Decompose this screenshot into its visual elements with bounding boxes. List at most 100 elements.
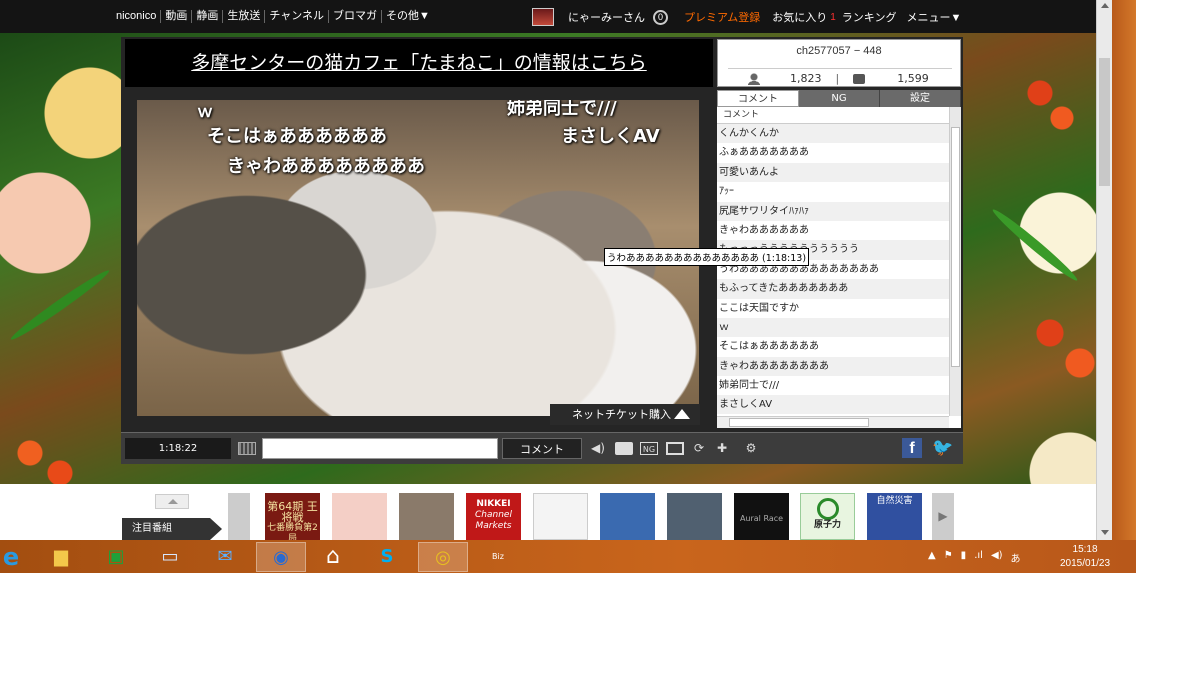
premium-link[interactable]: プレミアム登録: [684, 9, 760, 25]
desktop-screen: niconico 動画 静画 生放送 チャンネル ブロマガ その他▼ にゃーみー…: [0, 0, 1136, 573]
store-icon[interactable]: ▣: [101, 542, 131, 572]
twitter-share-icon[interactable]: 🐦: [932, 438, 954, 458]
thunderbird-icon[interactable]: ◉: [256, 542, 306, 572]
list-item[interactable]: もふってきたあああああああ: [717, 279, 949, 299]
volume-icon[interactable]: ◀): [591, 442, 605, 455]
collapse-button[interactable]: [155, 494, 189, 509]
avatar[interactable]: [532, 8, 554, 26]
username[interactable]: にゃーみーさん: [568, 9, 645, 25]
signal-icon[interactable]: .ıl: [974, 550, 983, 565]
program-thumbnail[interactable]: Aural Race: [734, 493, 789, 540]
list-item[interactable]: 可愛いあんよ: [717, 162, 949, 183]
comment-list-header[interactable]: コメント: [717, 107, 949, 124]
reload-icon[interactable]: ⟳: [691, 442, 707, 455]
thumbnail-prev-button[interactable]: [228, 493, 250, 540]
ime-indicator[interactable]: あ: [1011, 550, 1021, 565]
settings-gear-icon[interactable]: ⚙: [741, 442, 761, 455]
comment-count: 1,599: [897, 72, 929, 85]
program-thumbnail[interactable]: [399, 493, 454, 540]
program-thumbnail[interactable]: 自然災害: [867, 493, 922, 540]
ticket-purchase-button[interactable]: ネットチケット購入: [550, 404, 700, 425]
screen-size-icon[interactable]: [666, 442, 684, 455]
nav-niconico[interactable]: niconico: [112, 10, 162, 23]
program-thumbnail[interactable]: [332, 493, 387, 540]
thumbnail-title: 自然災害: [876, 496, 913, 506]
cafe-banner-link[interactable]: 多摩センターの猫カフェ「たまねこ」の情報はこちら: [125, 39, 713, 87]
speaker-icon[interactable]: ◀): [991, 550, 1003, 565]
nav-live[interactable]: 生放送: [223, 10, 266, 23]
comment-toggle-icon[interactable]: [615, 442, 633, 455]
chrome-icon[interactable]: ◎: [418, 542, 468, 572]
niconico-topbar: niconico 動画 静画 生放送 チャンネル ブロマガ その他▼ にゃーみー…: [0, 0, 1096, 33]
nav-other[interactable]: その他▼: [382, 10, 434, 23]
keyboard-icon[interactable]: [238, 442, 256, 455]
list-item[interactable]: ｱｯｰ: [717, 182, 949, 201]
comment-submit-button[interactable]: コメント: [502, 438, 582, 459]
comment-count-icon: [853, 73, 866, 84]
nav-blomaga[interactable]: ブロマガ: [329, 10, 383, 23]
nav-channel[interactable]: チャンネル: [265, 10, 330, 23]
program-thumbnail[interactable]: [533, 493, 588, 540]
program-thumbnail[interactable]: 第64期 王将戦 七番勝負第2局: [265, 493, 320, 540]
program-thumbnail[interactable]: NIKKEI Channel Markets: [466, 493, 521, 540]
facebook-share-icon[interactable]: f: [902, 438, 922, 458]
list-item[interactable]: きゃわああああああ: [717, 221, 949, 240]
taskbar-clock[interactable]: 15:18 2015/01/23: [1060, 543, 1110, 571]
scroll-up-arrow-icon[interactable]: [1101, 3, 1109, 8]
ng-icon[interactable]: NG: [640, 442, 658, 455]
favorites-link[interactable]: お気に入り: [772, 9, 827, 25]
thumbnail-next-button[interactable]: ▶: [932, 493, 954, 540]
nav-seiga[interactable]: 静画: [192, 10, 224, 23]
danmaku-comment: そこはぁああああああ: [207, 126, 387, 147]
scroll-thumb[interactable]: [1099, 58, 1110, 186]
browser-scrollbar[interactable]: [1096, 0, 1112, 540]
comment-hscrollbar[interactable]: [717, 416, 949, 428]
list-item[interactable]: ふぁあああああああ: [717, 143, 949, 162]
list-item[interactable]: まさしくAV: [717, 395, 949, 414]
tray-expand-icon[interactable]: ▲: [928, 550, 936, 565]
ie-icon[interactable]: e: [0, 542, 26, 572]
thumbnail-title: 第64期 王将戦: [267, 500, 318, 524]
flag-icon[interactable]: ⚑: [944, 550, 953, 565]
danmaku-comment: ｗ: [197, 102, 214, 121]
program-thumbnail[interactable]: 原子力: [800, 493, 855, 540]
channel-stats: 1,823 | 1,599: [728, 68, 952, 85]
list-item[interactable]: そこはぁああああああ: [717, 337, 949, 356]
triangle-up-icon: [674, 409, 690, 419]
skype-icon[interactable]: S: [372, 542, 402, 572]
list-item[interactable]: きゃわああああああああ: [717, 356, 949, 377]
channel-info-box: ch2577057 − 448 1,823 | 1,599: [717, 39, 961, 87]
comment-input[interactable]: [262, 438, 498, 459]
ticket-label: ネットチケット購入: [572, 408, 671, 421]
bizsoft-icon[interactable]: Biz: [483, 542, 513, 572]
mail-icon[interactable]: ✉: [210, 542, 240, 572]
list-item[interactable]: ｗ: [717, 317, 949, 338]
tab-comments[interactable]: コメント: [717, 90, 799, 107]
lenovo-icon[interactable]: ▭: [155, 542, 185, 572]
scroll-down-arrow-icon[interactable]: [1101, 530, 1109, 535]
menu-link[interactable]: メニュー▼: [906, 9, 961, 25]
scroll-thumb[interactable]: [951, 127, 960, 367]
list-item[interactable]: 尻尾サワリタイﾊｧﾊｧ: [717, 201, 949, 221]
program-thumbnail[interactable]: [600, 493, 655, 540]
thumbnail-title: NIKKEI: [476, 499, 511, 509]
ranking-link[interactable]: ランキング: [842, 9, 897, 25]
points-badge[interactable]: 0: [653, 9, 668, 25]
list-item[interactable]: ここは天国ですか: [717, 299, 949, 318]
list-item[interactable]: 姉弟同士で///: [717, 376, 949, 395]
tab-settings[interactable]: 設定: [880, 90, 961, 107]
nav-douga[interactable]: 動画: [161, 10, 193, 23]
desktop-edge: [1112, 0, 1136, 540]
file-explorer-icon[interactable]: ▆: [46, 542, 76, 572]
scroll-thumb[interactable]: [729, 418, 869, 427]
home-icon[interactable]: ⌂: [318, 542, 348, 572]
tab-ng[interactable]: NG: [799, 90, 880, 107]
thumbnail-sub: Channel Markets: [475, 510, 512, 531]
program-thumbnail[interactable]: [667, 493, 722, 540]
comment-scrollbar[interactable]: [949, 107, 961, 416]
list-item[interactable]: くんかくんか: [717, 124, 949, 144]
battery-icon[interactable]: ▮: [961, 550, 967, 565]
favorites-count: 1: [830, 11, 836, 23]
gamepad-icon[interactable]: ✚: [713, 442, 731, 455]
comment-list: くんかくんか ふぁあああああああ 可愛いあんよ ｱｯｰ 尻尾サワリタイﾊｧﾊｧ …: [717, 124, 949, 414]
